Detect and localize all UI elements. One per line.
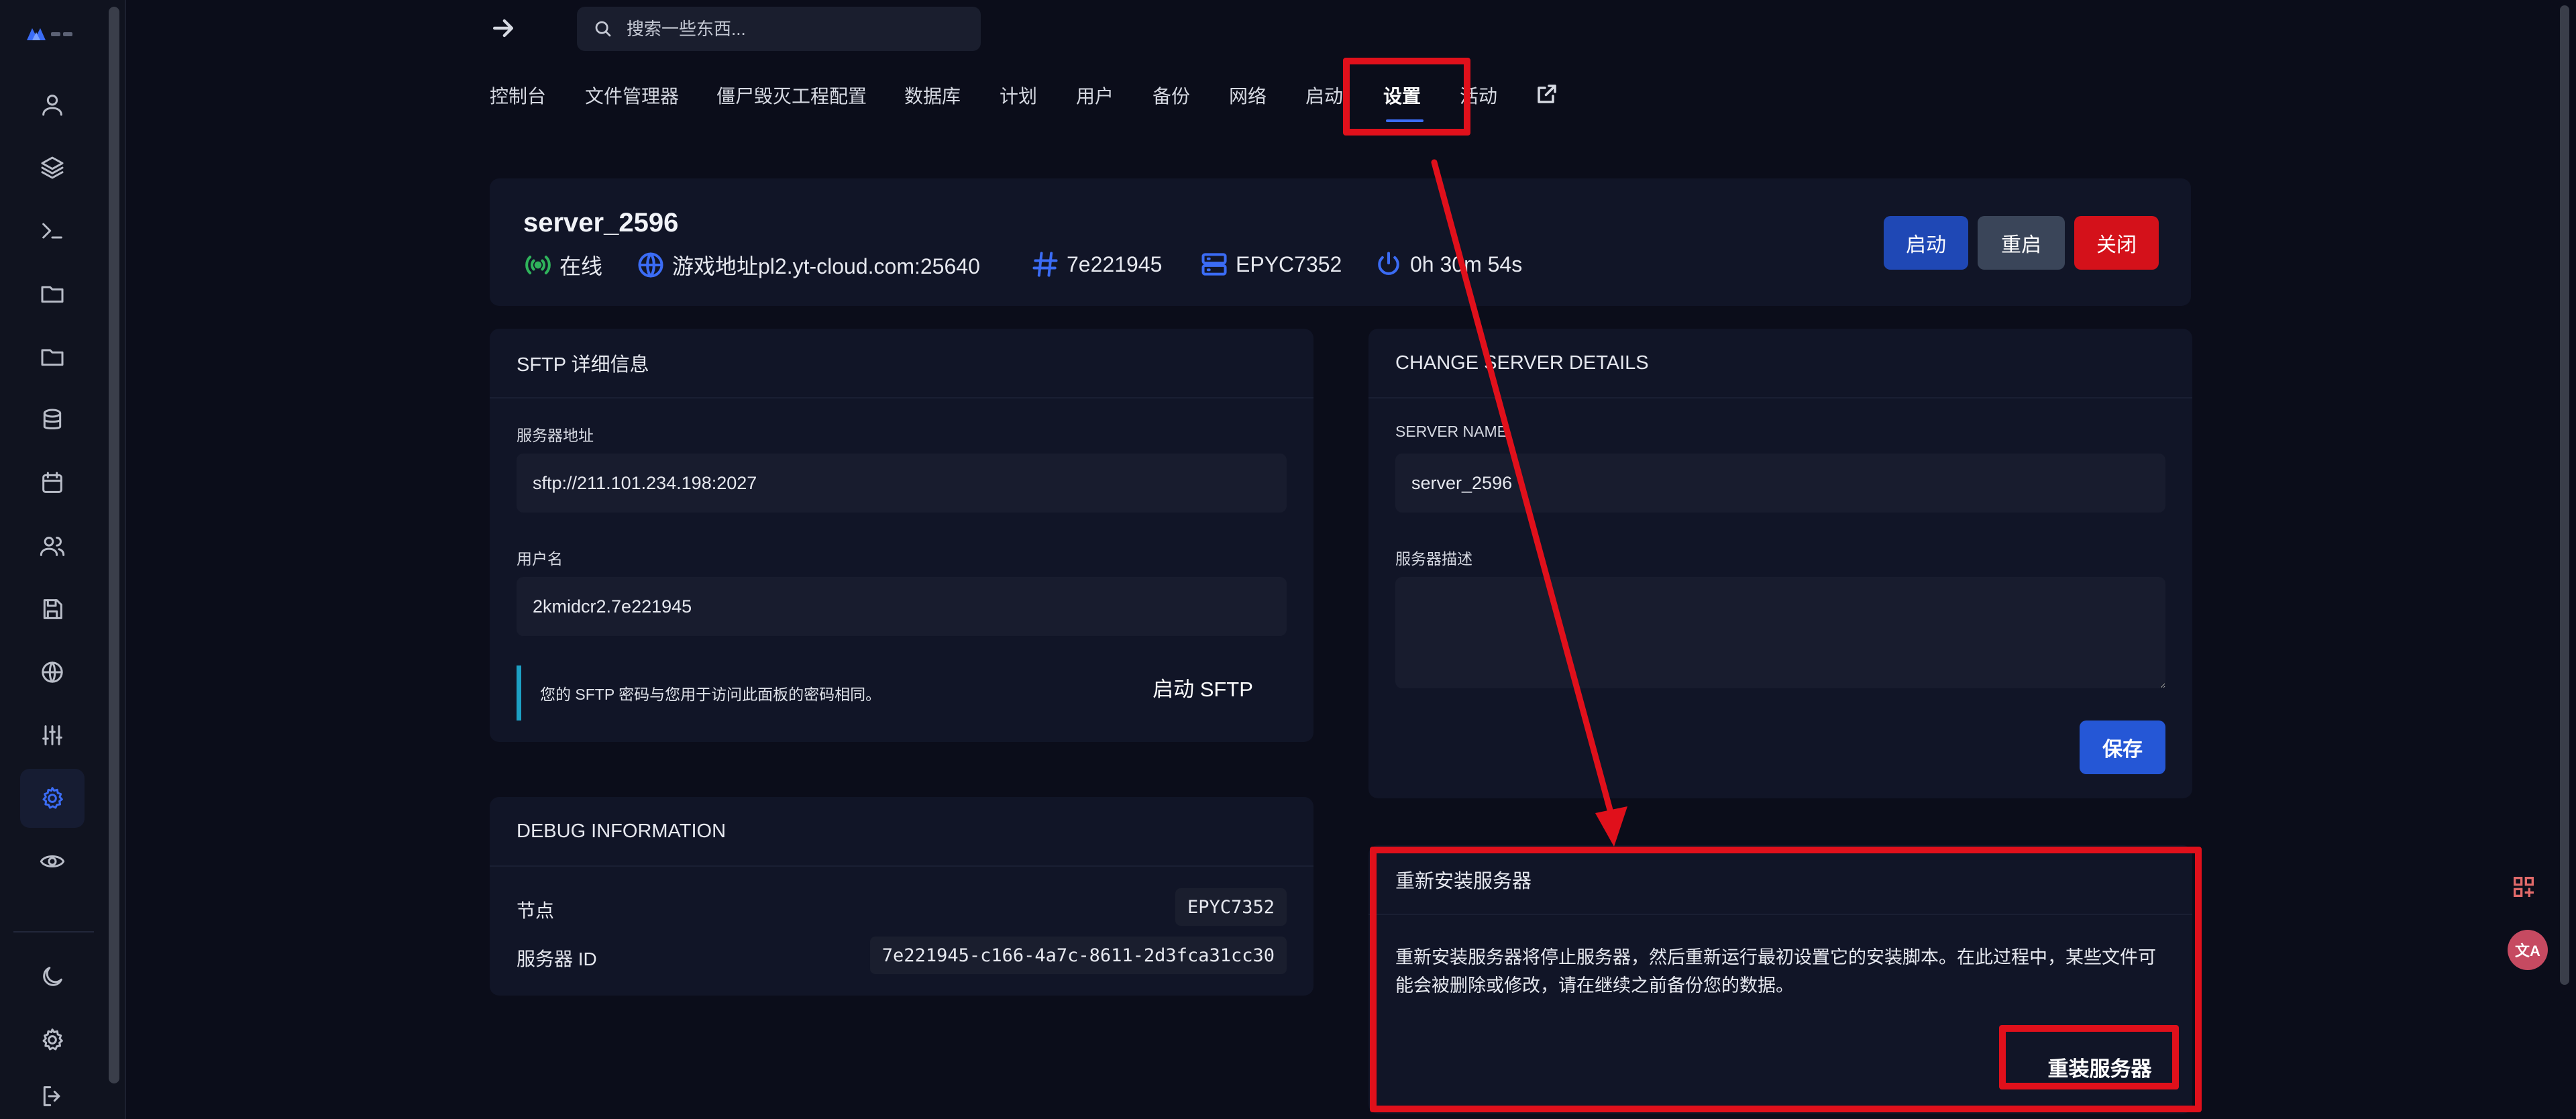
change-details-panel: CHANGE SERVER DETAILS SERVER NAME 服务器描述 … bbox=[1368, 329, 2192, 798]
cpu-text: EPYC7352 bbox=[1236, 252, 1342, 276]
server-status: 在线 bbox=[523, 250, 602, 280]
logout-icon[interactable] bbox=[20, 1073, 85, 1119]
search-icon bbox=[595, 21, 611, 37]
sidebar-divider bbox=[13, 931, 94, 933]
start-button[interactable]: 启动 bbox=[1884, 216, 1968, 270]
tab-console[interactable]: 控制台 bbox=[490, 82, 546, 109]
folder-icon[interactable] bbox=[20, 264, 85, 323]
signal-icon bbox=[525, 256, 551, 274]
brand-logo[interactable] bbox=[25, 24, 83, 44]
launch-sftp-button[interactable]: 启动 SFTP bbox=[1139, 668, 1267, 706]
server-name-field[interactable] bbox=[1395, 454, 2165, 513]
translate-label: 文A bbox=[2515, 943, 2540, 959]
id-text: 7e221945 bbox=[1067, 252, 1163, 276]
tab-users[interactable]: 用户 bbox=[1076, 82, 1114, 109]
node-label: 节点 bbox=[517, 900, 555, 921]
sftp-note-text: 您的 SFTP 密码与您用于访问此面板的密码相同。 bbox=[540, 686, 881, 703]
tab-network[interactable]: 网络 bbox=[1229, 82, 1267, 109]
moon-icon[interactable] bbox=[20, 947, 85, 1006]
page-scrollbar[interactable] bbox=[2559, 0, 2573, 986]
layers-icon[interactable] bbox=[20, 138, 85, 197]
database-icon[interactable] bbox=[20, 390, 85, 449]
tab-databases[interactable]: 数据库 bbox=[904, 82, 961, 109]
server-id-value: 7e221945-c166-4a7c-8611-2d3fca31cc30 bbox=[869, 937, 1287, 974]
server-uptime: 0h 30m 54s bbox=[1374, 250, 1522, 279]
terminal-icon[interactable] bbox=[20, 201, 85, 260]
tab-startup[interactable]: 启动 bbox=[1305, 82, 1343, 109]
tab-schedules[interactable]: 计划 bbox=[1000, 82, 1037, 109]
debug-panel: DEBUG INFORMATION 节点 EPYC7352 服务器 ID 7e2… bbox=[490, 797, 1313, 996]
sidebar-scrollbar[interactable] bbox=[109, 7, 119, 1083]
save-button[interactable]: 保存 bbox=[2080, 721, 2165, 774]
tab-backups[interactable]: 备份 bbox=[1152, 82, 1190, 109]
server-description-label: 服务器描述 bbox=[1395, 550, 1472, 568]
node-value: EPYC7352 bbox=[1175, 888, 1287, 926]
save-icon[interactable] bbox=[20, 580, 85, 639]
sftp-username-field[interactable] bbox=[517, 577, 1287, 636]
status-text: 在线 bbox=[559, 254, 603, 278]
server-icon bbox=[1201, 253, 1227, 276]
translate-icon[interactable]: 文A bbox=[2508, 930, 2548, 970]
sftp-title: SFTP 详细信息 bbox=[490, 329, 1313, 398]
user-icon[interactable] bbox=[20, 75, 85, 134]
external-link-icon[interactable] bbox=[1535, 82, 1559, 106]
debug-title: DEBUG INFORMATION bbox=[490, 797, 1313, 867]
sftp-address-label: 服务器地址 bbox=[517, 427, 594, 444]
calendar-icon[interactable] bbox=[20, 454, 85, 513]
server-cpu: EPYC7352 bbox=[1199, 250, 1342, 279]
sftp-address-field[interactable] bbox=[517, 454, 1287, 513]
globe-icon bbox=[638, 252, 663, 278]
folder-icon[interactable] bbox=[20, 327, 85, 386]
settings-icon[interactable] bbox=[20, 1010, 85, 1069]
restart-button[interactable]: 重启 bbox=[1978, 216, 2065, 270]
power-icon bbox=[1378, 252, 1399, 275]
apps-icon[interactable] bbox=[2505, 868, 2542, 906]
server-name-label: SERVER NAME bbox=[1395, 423, 1508, 440]
hash-icon bbox=[1032, 252, 1058, 277]
users-icon[interactable] bbox=[20, 517, 85, 576]
server-description-field[interactable] bbox=[1395, 577, 2165, 688]
highlight-reinstall-button bbox=[1999, 1025, 2179, 1089]
server-id-label: 服务器 ID bbox=[517, 949, 597, 969]
server-id-short: 7e221945 bbox=[1030, 250, 1162, 279]
uptime-text: 0h 30m 54s bbox=[1410, 252, 1523, 276]
server-name: server_2596 bbox=[523, 208, 679, 237]
change-details-title: CHANGE SERVER DETAILS bbox=[1368, 329, 2192, 398]
server-address[interactable]: 游戏地址pl2.yt-cloud.com:25640 bbox=[636, 250, 980, 280]
eye-icon[interactable] bbox=[20, 832, 85, 891]
highlight-settings-tab bbox=[1343, 58, 1470, 136]
sftp-username-label: 用户名 bbox=[517, 550, 563, 568]
search-box[interactable] bbox=[577, 7, 981, 51]
stop-button[interactable]: 关闭 bbox=[2074, 216, 2159, 270]
server-header: server_2596 在线 游戏地址pl2.yt-cloud.com:2564… bbox=[490, 178, 2191, 306]
gear-icon[interactable] bbox=[20, 769, 85, 828]
tab-file-manager[interactable]: 文件管理器 bbox=[585, 82, 679, 109]
collapse-arrow-icon[interactable] bbox=[488, 13, 518, 43]
search-input[interactable] bbox=[627, 18, 949, 40]
page-scrollbar-thumb[interactable] bbox=[2560, 5, 2569, 985]
sidebar bbox=[0, 0, 126, 1119]
address-text: 游戏地址pl2.yt-cloud.com:25640 bbox=[672, 254, 980, 278]
globe-icon[interactable] bbox=[20, 643, 85, 702]
sliders-icon[interactable] bbox=[20, 706, 85, 765]
tab-zomboid-config[interactable]: 僵尸毁灭工程配置 bbox=[716, 82, 867, 109]
